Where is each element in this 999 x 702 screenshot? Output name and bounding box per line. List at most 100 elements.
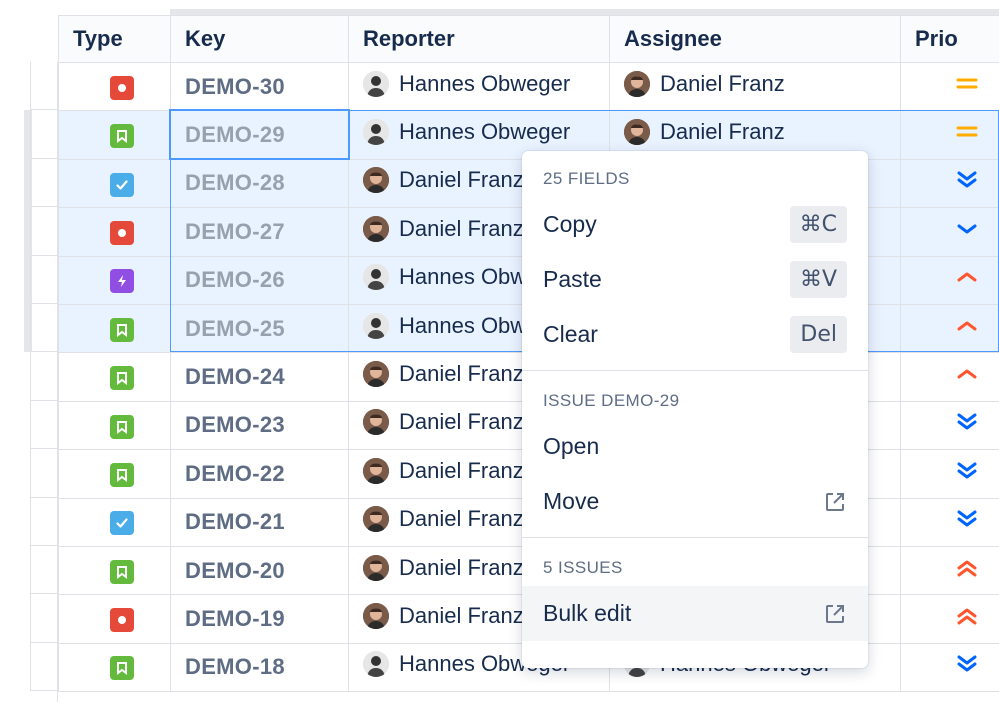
row-handle[interactable] — [30, 545, 57, 595]
priority-cell[interactable] — [900, 352, 999, 402]
type-cell[interactable] — [58, 594, 171, 644]
priority-cell[interactable] — [900, 400, 999, 451]
priority-cell[interactable] — [900, 303, 999, 354]
assignee[interactable]: Daniel Franz — [624, 70, 785, 97]
priority-cell[interactable] — [900, 61, 999, 112]
row-handle[interactable] — [30, 594, 57, 643]
external-link-icon — [826, 492, 844, 511]
reporter-name: Daniel Franz — [399, 361, 524, 387]
priority-lowest-icon — [955, 462, 979, 488]
issue-type-story-icon — [109, 656, 134, 681]
reporter-name: Daniel Franz — [399, 215, 524, 241]
column-header-key[interactable]: Key — [170, 15, 349, 63]
row-handle[interactable] — [30, 255, 57, 304]
bulk-edit-menu-item[interactable]: Bulk edit — [522, 586, 868, 641]
type-cell[interactable] — [58, 352, 171, 402]
issue-type-bug-icon — [109, 75, 134, 100]
type-cell[interactable] — [58, 158, 171, 209]
key-cell[interactable]: DEMO-28 — [170, 158, 349, 209]
paste-menu-item[interactable]: Paste ⌘V — [522, 252, 868, 307]
key-cell[interactable]: DEMO-24 — [170, 352, 349, 402]
column-header-type[interactable]: Type — [58, 15, 171, 63]
priority-cell[interactable] — [900, 158, 999, 209]
issue-type-story-icon — [109, 317, 134, 342]
priority-highest-icon — [955, 608, 979, 633]
priority-cell[interactable] — [900, 642, 999, 693]
reporter: Daniel Franz — [363, 554, 524, 581]
priority-cell[interactable] — [900, 545, 999, 596]
row-handle[interactable] — [30, 303, 57, 353]
row-handle[interactable] — [30, 352, 57, 401]
assignee-cell[interactable]: Daniel Franz — [609, 61, 901, 112]
user-avatar — [363, 70, 389, 97]
type-cell[interactable] — [58, 642, 171, 693]
assignee-name: Daniel Franz — [660, 119, 785, 145]
priority-high-icon — [955, 366, 979, 391]
user-avatar — [363, 312, 389, 339]
priority-cell[interactable] — [900, 497, 999, 547]
column-header-assignee[interactable]: Assignee — [609, 15, 901, 63]
row-handle-column[interactable] — [30, 62, 58, 702]
type-cell[interactable] — [58, 255, 171, 305]
type-cell[interactable] — [58, 400, 171, 451]
key-cell[interactable]: DEMO-27 — [170, 207, 349, 257]
key-cell[interactable]: DEMO-30 — [170, 61, 349, 112]
menu-divider — [522, 537, 868, 538]
reporter: Daniel Franz — [363, 167, 524, 194]
priority-cell[interactable] — [900, 255, 999, 305]
type-cell[interactable] — [58, 303, 171, 354]
reporter-name: Daniel Franz — [399, 409, 524, 435]
move-menu-item[interactable]: Move — [522, 474, 868, 529]
user-avatar — [363, 215, 389, 242]
type-cell[interactable] — [58, 61, 171, 112]
priority-lowest-icon — [955, 413, 979, 439]
row-handle[interactable] — [30, 62, 57, 111]
user-avatar — [363, 167, 389, 194]
menu-heading-fields: 25 FIELDS — [543, 169, 630, 188]
row-handle[interactable] — [30, 110, 57, 159]
priority-cell[interactable] — [900, 110, 999, 160]
reporter-cell[interactable]: Hannes Obweger — [348, 61, 610, 112]
issue-type-bug-icon — [109, 608, 134, 633]
priority-medium-icon — [955, 76, 979, 101]
priority-lowest-icon — [955, 171, 979, 197]
row-handle[interactable] — [30, 207, 57, 256]
row-handle[interactable] — [30, 158, 57, 208]
reporter: Daniel Franz — [363, 361, 524, 388]
column-header-reporter[interactable]: Reporter — [348, 15, 610, 63]
open-menu-item[interactable]: Open — [522, 419, 868, 474]
key-cell[interactable]: DEMO-29 — [170, 110, 349, 160]
key-cell[interactable]: DEMO-25 — [170, 303, 349, 354]
reporter-name: Daniel Franz — [399, 167, 524, 193]
key-cell[interactable]: DEMO-23 — [170, 400, 349, 451]
priority-cell[interactable] — [900, 207, 999, 257]
type-cell[interactable] — [58, 545, 171, 596]
row-handle[interactable] — [30, 400, 57, 450]
type-cell[interactable] — [58, 207, 171, 257]
user-avatar — [624, 119, 650, 146]
copy-menu-item[interactable]: Copy ⌘C — [522, 197, 868, 252]
key-cell[interactable]: DEMO-26 — [170, 255, 349, 305]
key-cell[interactable]: DEMO-18 — [170, 642, 349, 693]
clear-menu-item[interactable]: Clear Del — [522, 307, 868, 362]
paste-shortcut: ⌘V — [789, 261, 847, 298]
key-cell[interactable]: DEMO-20 — [170, 545, 349, 596]
column-header-priority[interactable]: Prio — [900, 15, 999, 63]
row-handle[interactable] — [30, 642, 57, 692]
type-cell[interactable] — [58, 497, 171, 547]
row-handle[interactable] — [30, 497, 57, 546]
priority-cell[interactable] — [900, 594, 999, 644]
key-cell[interactable]: DEMO-22 — [170, 449, 349, 499]
issue-type-epic-icon — [109, 269, 134, 294]
external-link-icon — [826, 604, 844, 623]
type-cell[interactable] — [58, 449, 171, 499]
row-handle[interactable] — [30, 449, 57, 498]
key-cell[interactable]: DEMO-21 — [170, 497, 349, 547]
table-row[interactable]: DEMO-30 Hannes Obweger Daniel Franz — [58, 61, 999, 112]
priority-cell[interactable] — [900, 449, 999, 499]
user-avatar — [363, 264, 389, 291]
user-avatar — [363, 119, 389, 146]
assignee[interactable]: Daniel Franz — [624, 119, 785, 146]
type-cell[interactable] — [58, 110, 171, 160]
key-cell[interactable]: DEMO-19 — [170, 594, 349, 644]
